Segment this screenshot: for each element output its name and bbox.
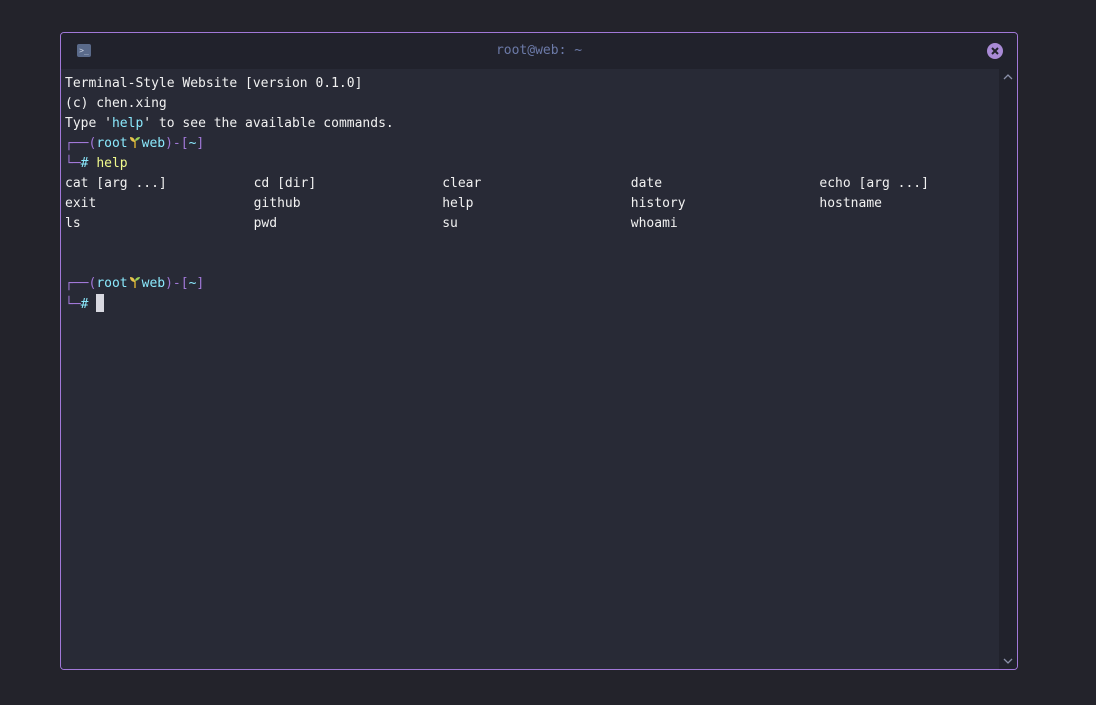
command-entry: history (630, 196, 686, 211)
input-line[interactable]: └─# (65, 294, 999, 314)
command-line: └─# help (65, 156, 128, 171)
prompt-line: ┌──(root web)-[~] (65, 274, 999, 294)
command-entry: pwd (253, 216, 278, 231)
scroll-up-icon[interactable] (1003, 72, 1013, 82)
window-title: root@web: ~ (495, 43, 583, 58)
plant-icon (128, 135, 142, 156)
command-entry: date (630, 176, 663, 191)
scroll-down-icon[interactable] (1003, 656, 1013, 666)
command-entry: whoami (630, 216, 678, 231)
terminal-output[interactable]: Terminal-Style Website [version 0.1.0] (… (61, 69, 999, 669)
banner-line: (c) chen.xing (65, 96, 167, 111)
command-entry: hostname (819, 196, 882, 211)
scrollbar[interactable] (999, 69, 1017, 669)
banner-line: Terminal-Style Website [version 0.1.0] (65, 76, 363, 91)
command-entry: su (442, 216, 458, 231)
prompt-line: ┌──(root web)-[~] (65, 134, 999, 154)
command-entry: echo [arg ...] (819, 176, 929, 191)
text-cursor[interactable] (96, 294, 105, 312)
command-entry: clear (442, 176, 482, 191)
help-hint: Type 'help' to see the available command… (65, 116, 394, 131)
help-output: cat [arg ...] cd [dir] clear date echo [… (65, 174, 1010, 234)
command-entry: ls (65, 216, 81, 231)
command-entry: github (253, 196, 301, 211)
terminal-window: >_ root@web: ~ Terminal-Style Website [v… (60, 32, 1018, 670)
command-entry: cd [dir] (253, 176, 317, 191)
command-entry: exit (65, 196, 97, 211)
command-text: help (96, 156, 128, 171)
plant-icon (128, 275, 142, 296)
command-entry: help (442, 196, 474, 211)
title-bar: >_ root@web: ~ (61, 33, 1017, 69)
command-entry: cat [arg ...] (65, 176, 167, 191)
close-icon[interactable] (987, 43, 1003, 59)
